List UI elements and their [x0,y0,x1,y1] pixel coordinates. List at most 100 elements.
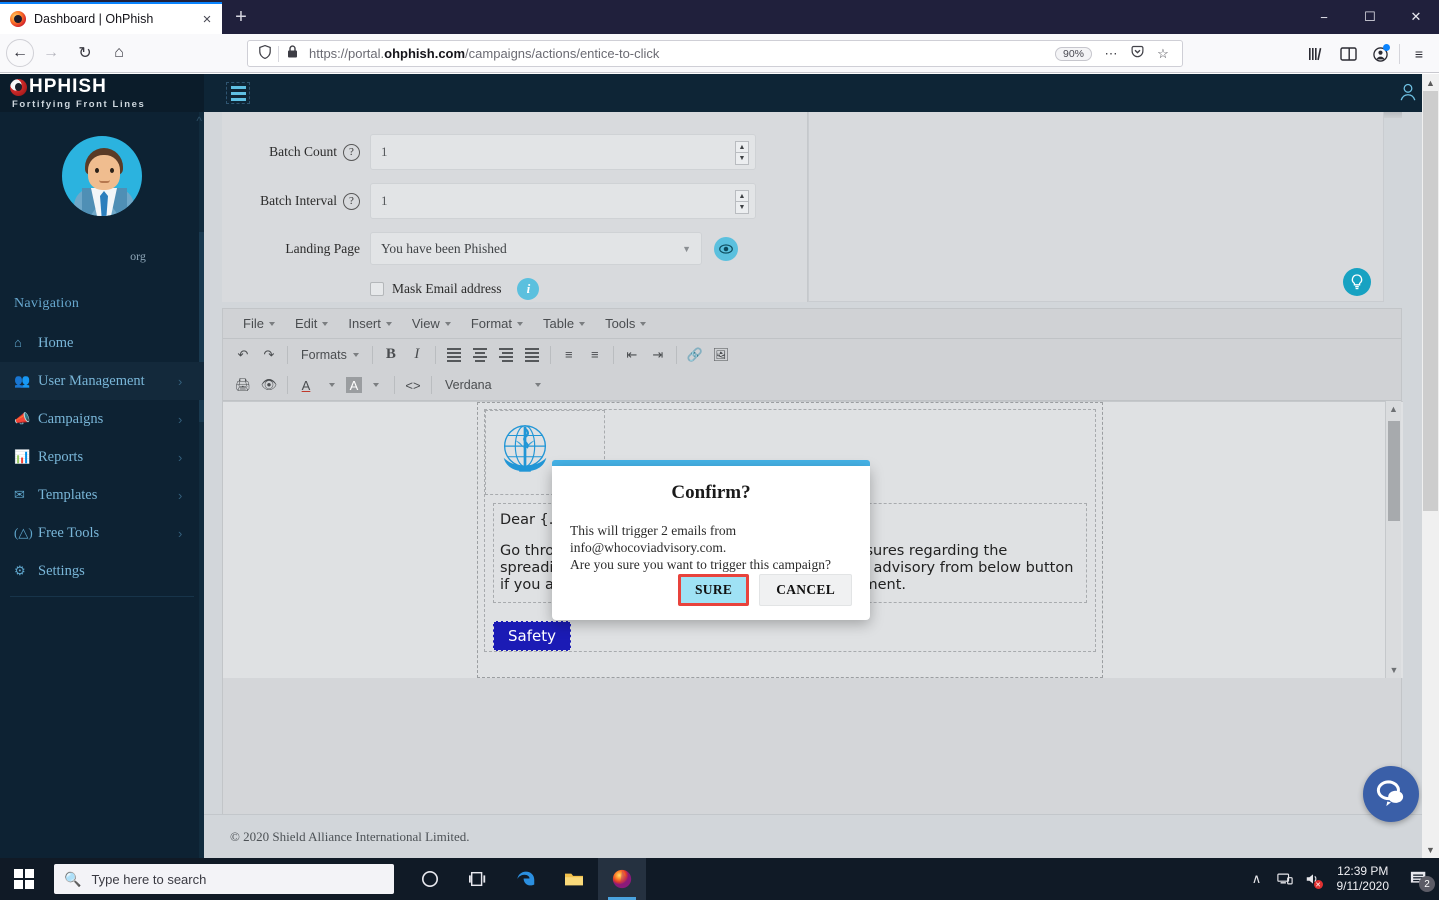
page-scrollbar[interactable]: ▲ ▼ [1422,74,1439,858]
page-scrollbar-thumb[interactable] [1423,91,1438,511]
lightbulb-icon[interactable] [1343,268,1371,296]
user-icon[interactable] [1397,82,1419,104]
cancel-button[interactable]: CANCEL [759,574,852,606]
batch-interval-input[interactable]: 1 ▲ ▼ [370,183,756,219]
editor-menu-view[interactable]: View [402,316,461,331]
sidebar-item-templates[interactable]: ✉ Templates › [0,476,204,514]
tracking-shield-icon[interactable] [254,44,276,63]
mask-email-checkbox[interactable] [370,282,384,296]
page-scroll-up-icon[interactable]: ▲ [1422,74,1439,91]
new-tab-button[interactable]: + [228,6,254,30]
scroll-up-icon[interactable]: ▲ [1386,401,1401,417]
editor-menu-insert[interactable]: Insert [338,316,402,331]
sidebar-item-campaigns[interactable]: 📣 Campaigns › [0,400,204,438]
cortana-icon[interactable] [406,858,454,900]
editor-menu-format[interactable]: Format [461,316,533,331]
app-menu-icon[interactable]: ≡ [1403,40,1435,68]
home-button[interactable]: ⌂ [102,38,136,68]
url-text[interactable]: https://portal.ohphish.com/campaigns/act… [309,46,1055,61]
help-icon[interactable]: ? [343,192,360,210]
sidebar-item-free-tools[interactable]: (△) Free Tools › [0,514,204,552]
account-icon[interactable] [1364,40,1396,68]
link-icon[interactable]: 🔗 [683,343,707,367]
print-icon[interactable]: 🖨 [231,373,255,397]
background-color-icon[interactable]: A [346,377,362,393]
sidebar-icon[interactable] [1332,40,1364,68]
align-left-icon[interactable] [442,343,466,367]
back-button[interactable]: ← [6,39,34,67]
preview-eye-icon[interactable]: 👁 [257,373,281,397]
editor-menu-edit[interactable]: Edit [285,316,338,331]
hamburger-icon[interactable] [226,82,250,104]
pocket-icon[interactable] [1124,45,1150,62]
info-icon[interactable]: i [517,278,540,300]
editor-menu-file[interactable]: File [233,316,285,331]
file-explorer-icon[interactable] [550,858,598,900]
notifications-icon[interactable]: 2 [1399,858,1439,900]
sidebar-scroll-up-icon[interactable]: ^ [196,114,202,128]
page-scroll-down-icon[interactable]: ▼ [1422,841,1439,858]
bookmark-star-icon[interactable]: ☆ [1150,46,1176,62]
batch-count-input[interactable]: 1 ▲ ▼ [370,134,756,170]
windows-start-icon[interactable] [0,858,48,900]
editor-scrollbar-thumb[interactable] [1388,421,1400,521]
clock[interactable]: 12:39 PM 9/11/2020 [1327,864,1400,894]
font-family-dropdown[interactable]: Verdana [438,373,548,397]
page-actions-menu-icon[interactable]: ⋯ [1098,46,1124,62]
tab-close-icon[interactable]: × [198,10,216,28]
address-bar[interactable]: https://portal.ohphish.com/campaigns/act… [247,40,1183,67]
library-icon[interactable] [1300,40,1332,68]
window-maximize-button[interactable]: ☐ [1347,0,1393,34]
formats-dropdown[interactable]: Formats [294,343,366,367]
forward-button[interactable]: → [34,38,68,68]
sidebar-item-user-management[interactable]: 👥 User Management › [0,362,204,400]
sidebar-item-home[interactable]: ⌂ Home [0,324,204,362]
reload-button[interactable]: ↻ [68,38,102,68]
campaign-settings-panel: Batch Count ? 1 ▲ ▼ Batch Interval ? 1 ▲… [222,112,808,302]
editor-menu-table[interactable]: Table [533,316,595,331]
landing-page-select[interactable]: You have been Phished ▼ [370,232,702,265]
caret-down-icon [535,383,541,387]
volume-muted-icon[interactable]: ✕ [1299,858,1327,900]
numbered-list-icon[interactable]: ≡ [583,343,607,367]
sure-button[interactable]: SURE [677,574,750,606]
align-justify-icon[interactable] [520,343,544,367]
indent-icon[interactable]: ⇥ [646,343,670,367]
background-color-dropdown-icon[interactable] [364,373,388,397]
sidebar-item-settings[interactable]: ⚙ Settings [0,552,204,590]
browser-tab[interactable]: Dashboard | OhPhish × [0,2,222,34]
email-cta-button[interactable]: Safety [493,621,571,651]
source-code-icon[interactable]: <> [401,373,425,397]
editor-menu-tools[interactable]: Tools [595,316,656,331]
window-close-button[interactable]: ✕ [1393,0,1439,34]
image-icon[interactable]: 🖼 [709,343,733,367]
italic-icon[interactable]: I [405,343,429,367]
task-view-icon[interactable] [454,858,502,900]
align-center-icon[interactable] [468,343,492,367]
firefox-icon[interactable] [598,858,646,900]
batch-count-row: Batch Count ? 1 ▲ ▼ [222,134,807,170]
network-icon[interactable] [1271,858,1299,900]
align-right-icon[interactable] [494,343,518,367]
batch-interval-stepper[interactable]: ▲ ▼ [735,190,749,214]
help-icon[interactable]: ? [343,143,360,161]
edge-icon[interactable] [502,858,550,900]
text-color-icon[interactable]: A [294,373,318,397]
batch-count-stepper[interactable]: ▲ ▼ [735,141,749,165]
text-color-dropdown-icon[interactable] [320,373,344,397]
landing-page-preview-button[interactable] [714,236,738,261]
outdent-icon[interactable]: ⇤ [620,343,644,367]
brand-logo[interactable]: HPHISH Fortifying Front Lines [0,74,204,112]
scroll-down-icon[interactable]: ▼ [1386,662,1402,678]
undo-icon[interactable]: ↶ [231,343,255,367]
window-minimize-button[interactable]: − [1301,0,1347,34]
taskbar-search-input[interactable]: 🔍 Type here to search [54,864,394,894]
zoom-level-indicator[interactable]: 90% [1054,46,1092,61]
editor-vertical-scrollbar[interactable]: ▲ ▼ [1385,401,1401,678]
bullet-list-icon[interactable]: ≡ [557,343,581,367]
tray-expand-chevron-icon[interactable]: ∧ [1243,858,1271,900]
redo-icon[interactable]: ↷ [257,343,281,367]
chat-bubble-icon[interactable] [1363,766,1419,822]
bold-icon[interactable]: B [379,343,403,367]
sidebar-item-reports[interactable]: 📊 Reports › [0,438,204,476]
